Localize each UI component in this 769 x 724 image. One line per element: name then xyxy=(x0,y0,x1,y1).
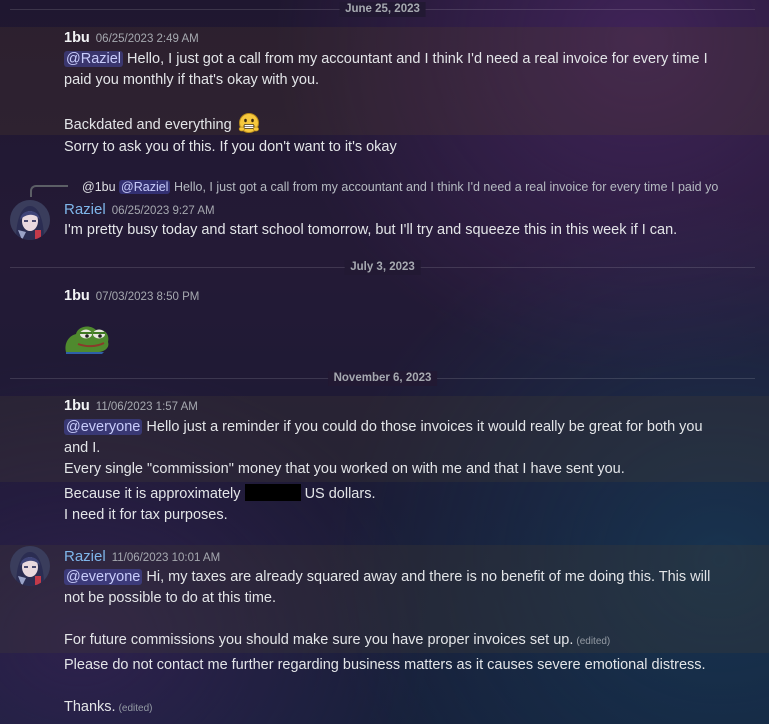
message-text: @everyone Hello just a reminder if you c… xyxy=(64,419,703,435)
timestamp[interactable]: 11/06/2023 10:01 AM xyxy=(112,552,221,564)
avatar[interactable] xyxy=(10,200,50,240)
message-text: Please do not contact me further regardi… xyxy=(64,657,706,673)
date-divider-label: November 6, 2023 xyxy=(327,371,438,386)
message-text: @everyone Hi, my taxes are already squar… xyxy=(64,569,711,585)
date-divider-label: June 25, 2023 xyxy=(339,2,426,17)
message-text: I'm pretty busy today and start school t… xyxy=(64,222,678,238)
timestamp[interactable]: 07/03/2023 8:50 PM xyxy=(96,291,200,303)
everyone-mention[interactable]: @everyone xyxy=(64,419,143,435)
message-header: Raziel 11/06/2023 10:01 AM xyxy=(64,548,220,565)
date-divider: July 3, 2023 xyxy=(10,260,755,275)
message-text: paid you monthly if that's okay with you… xyxy=(64,72,320,88)
reply-author: @1bu xyxy=(82,180,116,194)
reply-preview[interactable]: @1bu @Raziel Hello, I just got a call fr… xyxy=(82,180,722,194)
message-header: 1bu 06/25/2023 2:49 AM xyxy=(64,30,199,46)
date-divider: November 6, 2023 xyxy=(10,371,755,386)
edited-label: (edited) xyxy=(118,703,153,714)
pepe-frog-emoji[interactable] xyxy=(64,322,112,358)
everyone-mention[interactable]: @everyone xyxy=(64,569,143,585)
timestamp[interactable]: 06/25/2023 2:49 AM xyxy=(96,33,199,45)
user-mention: @Raziel xyxy=(119,180,171,194)
avatar[interactable] xyxy=(10,546,50,586)
message-header: Raziel 06/25/2023 9:27 AM xyxy=(64,201,215,218)
message-text: I need it for tax purposes. xyxy=(64,507,228,523)
user-mention[interactable]: @Raziel xyxy=(64,51,124,67)
author-name[interactable]: Raziel xyxy=(64,548,106,565)
date-divider: June 25, 2023 xyxy=(10,2,755,17)
message-text: Because it is approximately US dollars. xyxy=(64,484,376,502)
message-text: @Raziel Hello, I just got a call from my… xyxy=(64,51,708,67)
message-text: Sorry to ask you of this. If you don't w… xyxy=(64,139,397,155)
message-header: 1bu 11/06/2023 1:57 AM xyxy=(64,398,198,414)
reply-connector xyxy=(30,185,68,197)
message-header: 1bu 07/03/2023 8:50 PM xyxy=(64,288,199,304)
redaction-box xyxy=(244,484,301,501)
date-divider-label: July 3, 2023 xyxy=(344,260,421,275)
author-name[interactable]: 1bu xyxy=(64,30,90,46)
timestamp[interactable]: 06/25/2023 9:27 AM xyxy=(112,205,215,217)
author-name[interactable]: 1bu xyxy=(64,288,90,304)
message-text: and I. xyxy=(64,440,101,456)
message-text: Thanks. (edited) xyxy=(64,699,153,715)
message-text: For future commissions you should make s… xyxy=(64,632,611,648)
author-name[interactable]: 1bu xyxy=(64,398,90,414)
edited-label: (edited) xyxy=(576,636,611,647)
message-text: not be possible to do at this time. xyxy=(64,590,276,606)
author-name[interactable]: Raziel xyxy=(64,201,106,218)
timestamp[interactable]: 11/06/2023 1:57 AM xyxy=(96,401,198,413)
message-text: Every single "commission" money that you… xyxy=(64,461,625,477)
